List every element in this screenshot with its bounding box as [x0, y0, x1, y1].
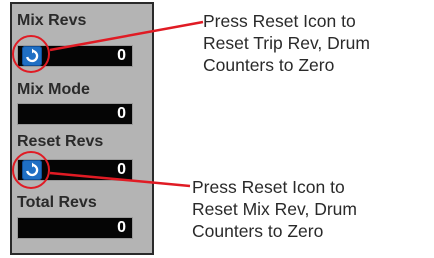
callout-bottom-line-2: Reset Mix Rev, Drum — [192, 199, 357, 219]
callout-bottom-line-1: Press Reset Icon to — [192, 177, 345, 197]
callout-top-line-2: Reset Trip Rev, Drum — [203, 33, 370, 53]
callout-bottom: Press Reset Icon to Reset Mix Rev, Drum … — [192, 176, 357, 242]
callout-top: Press Reset Icon to Reset Trip Rev, Drum… — [203, 10, 370, 76]
callout-top-line-1: Press Reset Icon to — [203, 11, 356, 31]
leader-line-top — [49, 20, 204, 52]
leader-line-bottom — [49, 171, 191, 188]
callout-top-line-3: Counters to Zero — [203, 55, 335, 75]
callout-bottom-line-3: Counters to Zero — [192, 221, 324, 241]
